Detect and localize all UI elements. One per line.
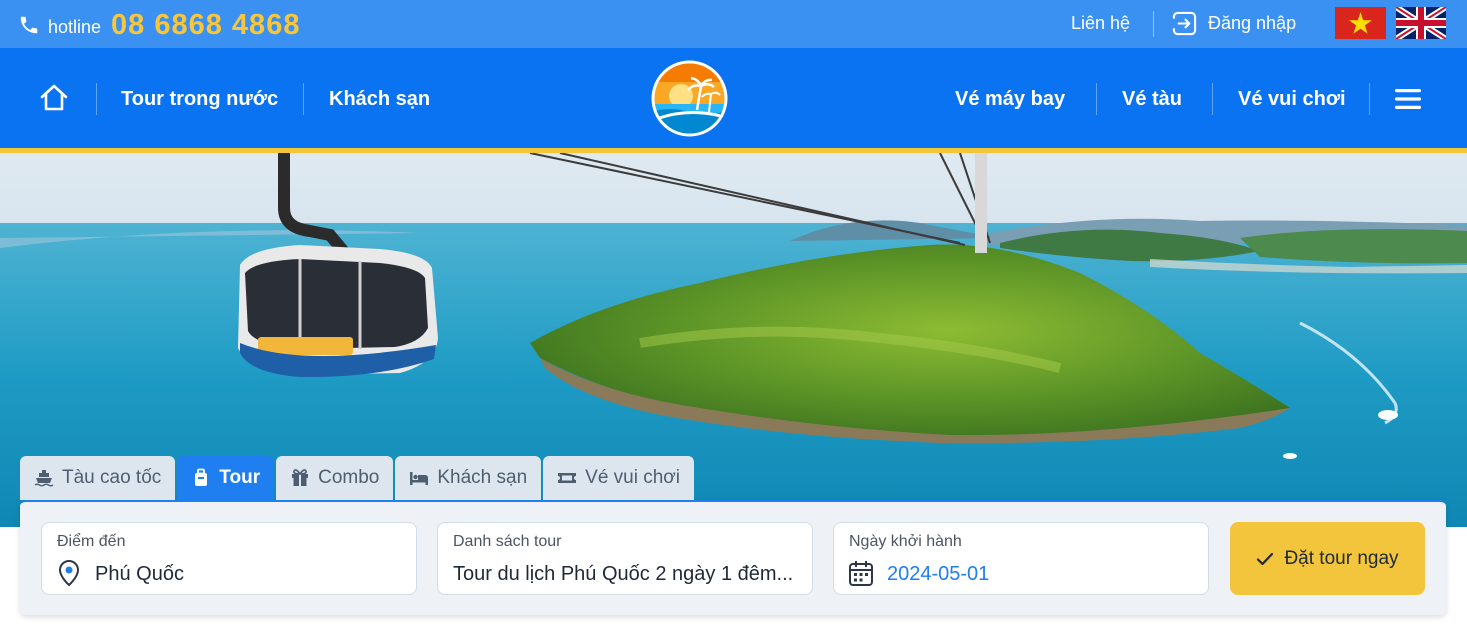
vietnam-flag-icon[interactable] — [1335, 7, 1386, 39]
bed-icon — [410, 472, 429, 485]
tour-list-value: Tour du lịch Phú Quốc 2 ngày 1 đêm... — [453, 563, 794, 585]
menu-icon[interactable] — [1395, 88, 1421, 110]
tab-tour[interactable]: Tour — [177, 456, 275, 500]
luggage-icon — [195, 468, 208, 486]
gift-icon — [292, 469, 309, 486]
booking-tabs: Tàu cao tốc Tour Combo Khách sạn Vé vui … — [20, 456, 696, 500]
nav-divider — [96, 83, 97, 115]
top-divider — [1153, 11, 1154, 37]
tab-speedboat[interactable]: Tàu cao tốc — [20, 456, 176, 500]
hotline-number[interactable]: 08 6868 4868 — [111, 9, 300, 42]
nav-divider — [1096, 83, 1097, 115]
nav-link-hotel[interactable]: Khách sạn — [329, 88, 430, 111]
main-nav: Tour trong nước Khách sạn Vé máy bay Vé … — [0, 48, 1467, 148]
destination-field[interactable]: Điểm đến Phú Quốc — [41, 522, 417, 595]
nav-link-amusement-tickets[interactable]: Vé vui chơi — [1238, 88, 1346, 111]
hotline-label: hotline — [48, 16, 102, 37]
top-bar: hotline 08 6868 4868 Liên hệ Đăng nhập — [0, 0, 1467, 48]
tab-amusement-tickets[interactable]: Vé vui chơi — [543, 456, 694, 500]
book-tour-button[interactable]: Đặt tour ngay — [1230, 522, 1425, 595]
book-tour-label: Đặt tour ngay — [1284, 547, 1399, 569]
tab-hotel[interactable]: Khách sạn — [395, 456, 542, 500]
departure-date-value: 2024-05-01 — [887, 563, 990, 585]
hotline[interactable]: hotline 08 6868 4868 — [18, 8, 300, 42]
tab-combo[interactable]: Combo — [276, 456, 394, 500]
destination-label: Điểm đến — [57, 533, 126, 550]
location-pin-icon — [58, 559, 80, 587]
nav-link-flight-tickets[interactable]: Vé máy bay — [955, 88, 1065, 111]
nav-link-train-tickets[interactable]: Vé tàu — [1122, 88, 1182, 111]
destination-value: Phú Quốc — [95, 563, 184, 585]
tab-label: Combo — [318, 467, 380, 488]
departure-label: Ngày khởi hành — [849, 533, 962, 550]
tour-list-select[interactable]: Danh sách tour Tour du lịch Phú Quốc 2 n… — [437, 522, 813, 595]
nav-divider — [1369, 83, 1370, 115]
tab-label: Tour — [219, 467, 261, 488]
login-label: Đăng nhập — [1208, 13, 1297, 33]
phone-icon — [20, 16, 38, 34]
calendar-icon — [849, 561, 873, 586]
tab-label: Vé vui chơi — [585, 467, 680, 488]
check-icon — [1257, 552, 1274, 565]
uk-flag-icon[interactable] — [1394, 4, 1448, 42]
ticket-icon — [558, 473, 577, 483]
nav-divider — [1212, 83, 1213, 115]
contact-link[interactable]: Liên hệ — [1071, 13, 1130, 34]
tour-list-label: Danh sách tour — [453, 533, 562, 550]
nav-link-domestic-tour[interactable]: Tour trong nước — [121, 88, 278, 111]
login-icon — [1171, 11, 1197, 36]
login-button[interactable]: Đăng nhập — [1171, 10, 1296, 37]
ship-icon — [34, 470, 54, 487]
site-logo[interactable] — [651, 60, 728, 137]
nav-divider — [303, 83, 304, 115]
tab-label: Tàu cao tốc — [62, 467, 162, 488]
home-icon[interactable] — [38, 82, 70, 114]
departure-date-field[interactable]: Ngày khởi hành 2024-05-01 — [833, 522, 1209, 595]
tab-label: Khách sạn — [437, 467, 528, 488]
